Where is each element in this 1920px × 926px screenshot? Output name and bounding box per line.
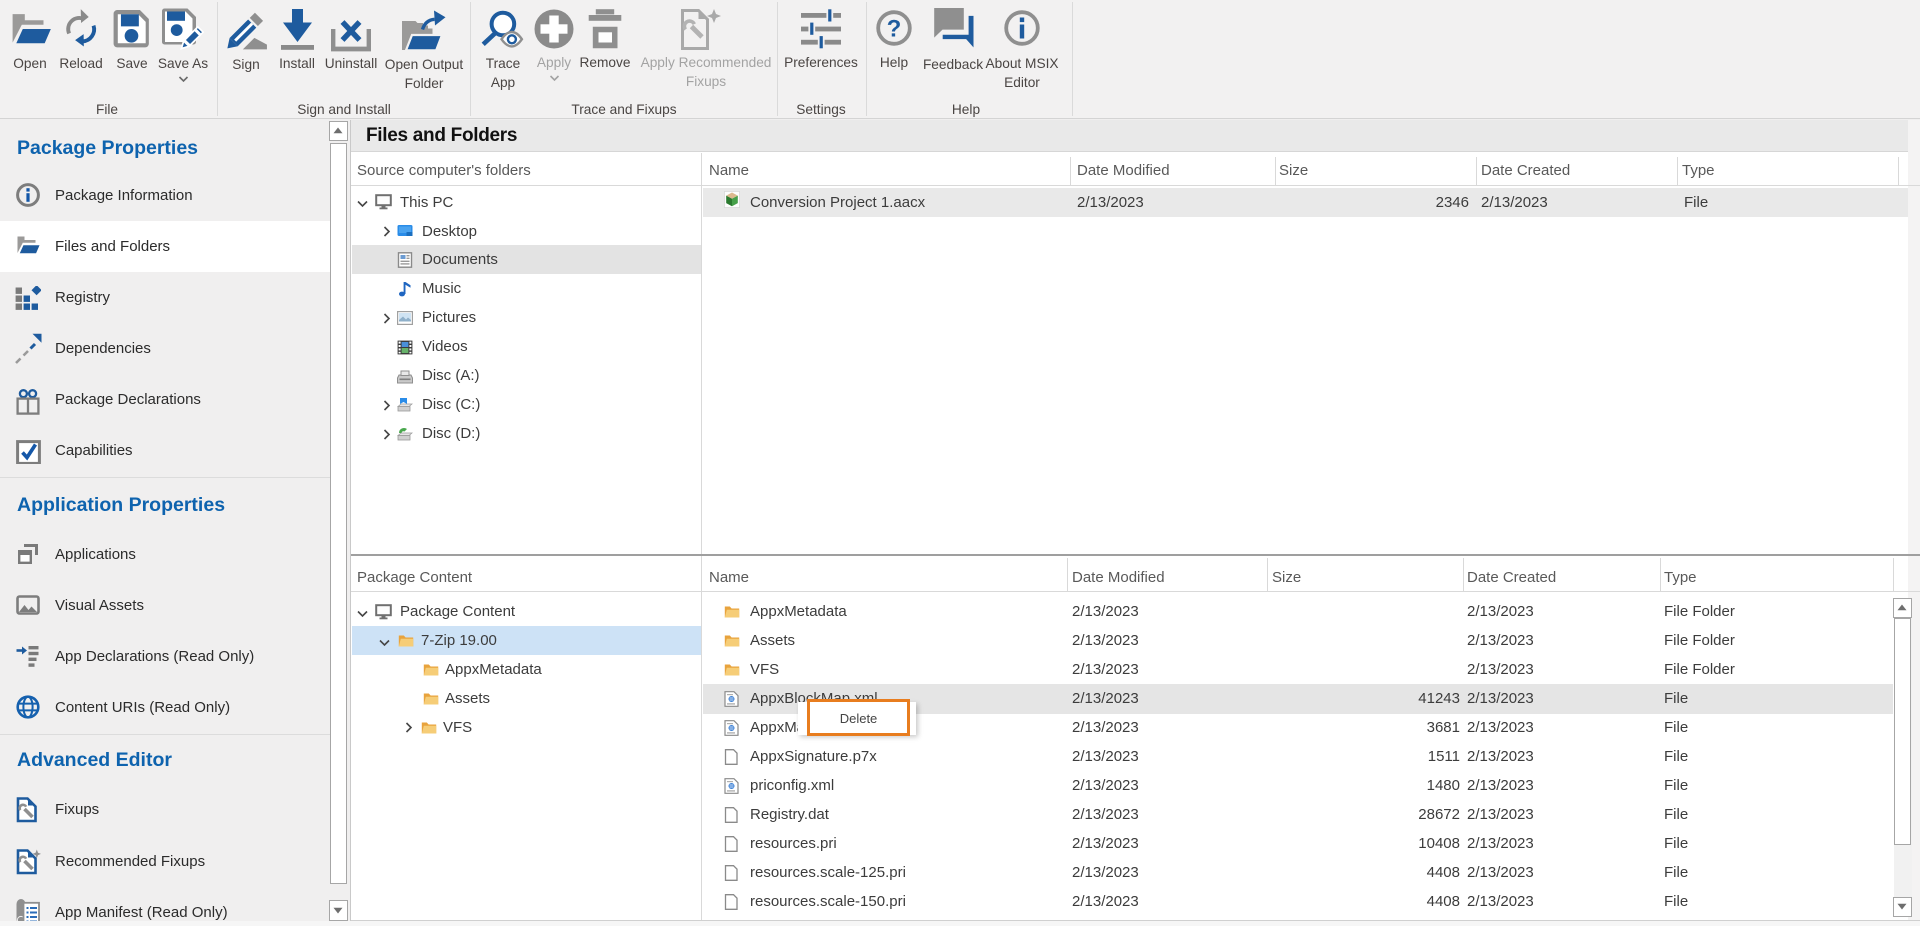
svg-text:?: ? xyxy=(887,16,902,43)
